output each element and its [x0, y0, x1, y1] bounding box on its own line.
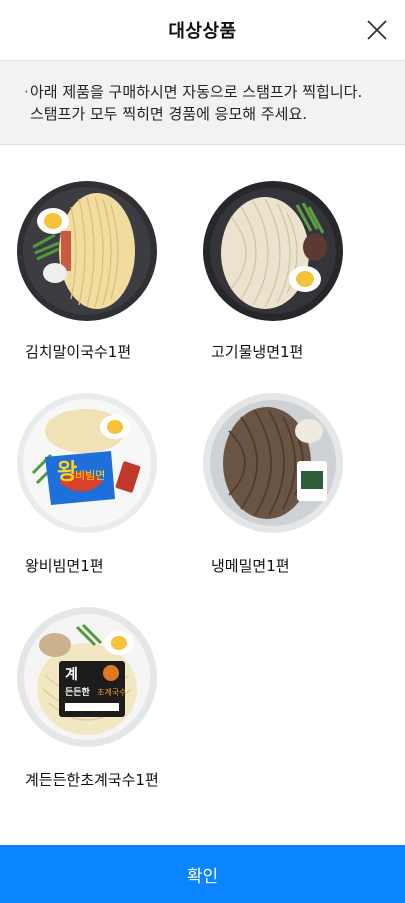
kimchi-mari-guksu-image	[17, 181, 157, 321]
product-item-naeng-memil-myeon[interactable]: 냉메밀면1편	[186, 359, 376, 575]
product-name: 계든든한초계국수1편	[25, 771, 159, 789]
chogye-sub-text: 초계국수	[97, 687, 126, 697]
header: 대상상품	[0, 0, 405, 60]
product-item-kimchi-mari-guksu[interactable]: 김치말이국수1편	[0, 145, 190, 361]
product-item-gyedeundeun-chogye-guksu[interactable]: 계 든든한 초계국수 계든든한초계국수1편	[0, 573, 190, 789]
wang-bibimmyeon-image: 왕 비빔면	[17, 393, 157, 533]
chogye-brand-mid-text: 든든한	[65, 686, 91, 698]
wang-sub-text: 비빔면	[75, 469, 105, 482]
notice-line-2: 스탬프가 모두 찍히면 경품에 응모해 주세요.	[30, 105, 308, 123]
product-item-wang-bibimmyeon[interactable]: 왕 비빔면 왕비빔면1편	[0, 359, 190, 575]
gyedeundeun-chogye-guksu-image: 계 든든한 초계국수	[17, 607, 157, 747]
chogye-brand-top-text: 계	[65, 667, 78, 683]
notice-box: ·아래 제품을 구매하시면 자동으로 스탬프가 찍힙니다. 스탬프가 모두 찍히…	[0, 60, 405, 145]
gogi-mul-naengmyeon-image	[203, 181, 343, 321]
page-title: 대상상품	[168, 21, 237, 42]
close-icon[interactable]	[365, 18, 389, 42]
product-name: 냉메밀면1편	[211, 557, 290, 575]
notice-line-1: ·아래 제품을 구매하시면 자동으로 스탬프가 찍힙니다.	[24, 83, 363, 101]
confirm-button[interactable]: 확인	[0, 845, 405, 903]
product-item-gogi-mul-naengmyeon[interactable]: 고기물냉면1편	[186, 145, 376, 361]
naeng-memil-myeon-image	[203, 393, 343, 533]
